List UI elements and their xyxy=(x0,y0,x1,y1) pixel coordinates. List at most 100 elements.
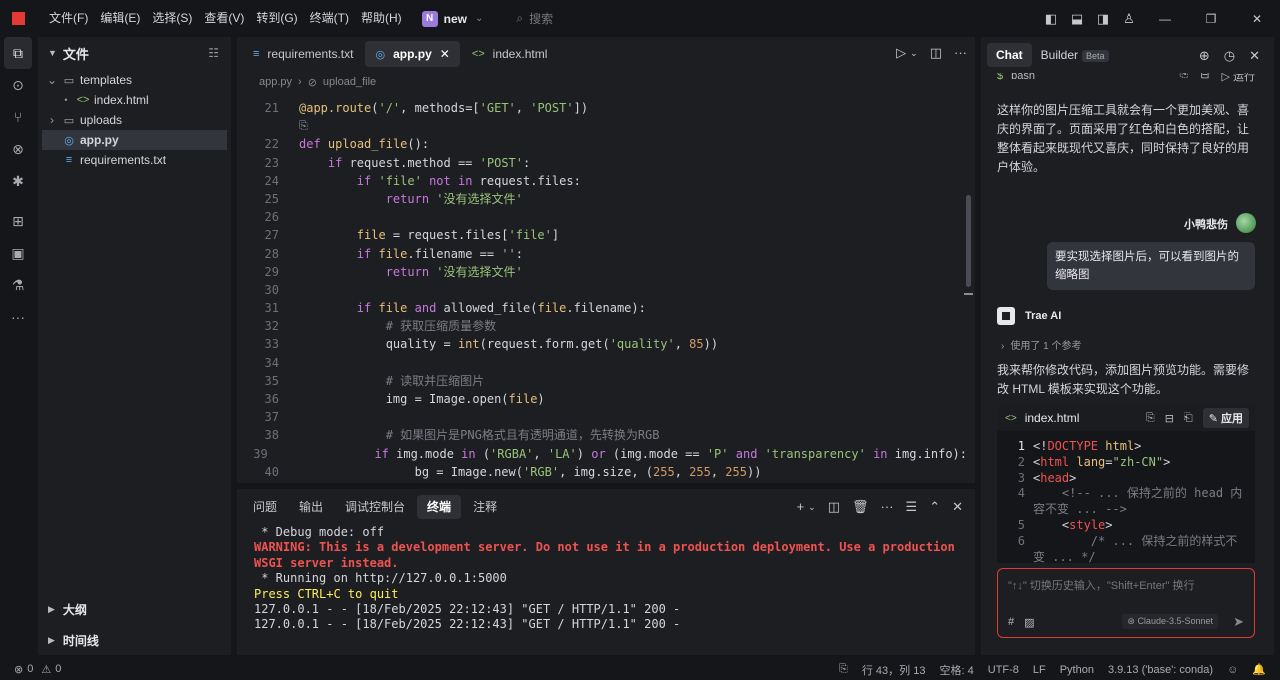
new-chat-icon[interactable]: ⊕ xyxy=(1199,48,1210,64)
search-box[interactable]: ⌕ 搜索 xyxy=(516,10,553,27)
file-tree-item[interactable]: • <> index.html xyxy=(38,90,231,110)
code-file-name[interactable]: index.html xyxy=(1025,411,1080,425)
file-tree-label: requirements.txt xyxy=(80,153,167,167)
menu-item[interactable]: 查看(V) xyxy=(198,0,250,37)
run-icon[interactable]: ▷ xyxy=(896,45,906,61)
image-icon[interactable]: ▨ xyxy=(1024,616,1034,629)
explorer-icon[interactable]: ⧉ xyxy=(4,37,32,69)
line-number: 30 xyxy=(264,282,279,297)
toggle-panel-icon[interactable]: ⬓ xyxy=(1064,11,1090,27)
terminal-dropdown-icon[interactable]: ⌄ xyxy=(808,499,816,515)
split-editor-icon[interactable]: ◫ xyxy=(930,45,942,61)
close-chat-icon[interactable]: ✕ xyxy=(1249,48,1260,64)
minimize-button[interactable]: — xyxy=(1142,12,1188,26)
panel-tab[interactable]: 终端 xyxy=(417,495,462,519)
editor-tab[interactable]: ◎ app.py ✕ xyxy=(365,41,460,67)
close-icon[interactable]: ✕ xyxy=(440,47,450,61)
timeline-section[interactable]: ▶ 时间线 xyxy=(38,627,231,653)
toggle-sidebar-icon[interactable]: ◧ xyxy=(1038,11,1064,27)
tab-chat[interactable]: Chat xyxy=(987,43,1032,67)
tab-label: app.py xyxy=(393,47,432,61)
extensions-icon[interactable]: ⊞ xyxy=(0,205,36,237)
maximize-panel-icon[interactable]: ⌃ xyxy=(929,499,940,515)
send-icon[interactable]: ➤ xyxy=(1233,614,1244,630)
close-panel-icon[interactable]: ✕ xyxy=(952,499,963,515)
tab-builder[interactable]: Builder Beta xyxy=(1032,43,1118,67)
reference-toggle[interactable]: › 使用了 1 个参考 xyxy=(1001,337,1081,352)
project-switcher[interactable]: N new ⌄ xyxy=(421,10,483,27)
trae-logo xyxy=(997,307,1015,325)
split-terminal-icon[interactable]: ◫ xyxy=(828,499,840,515)
settings-icon[interactable]: ☷ xyxy=(208,46,219,60)
file-tree-item[interactable]: ≡ requirements.txt xyxy=(38,150,231,170)
code-line: 2 <html lang="zh-CN"> xyxy=(997,455,1255,471)
hash-icon[interactable]: # xyxy=(1008,616,1014,629)
editor-scrollbar[interactable] xyxy=(966,195,971,287)
code-editor[interactable]: 21 @app.route('/', methods=['GET', 'POST'… xyxy=(237,99,967,483)
breadcrumb-symbol[interactable]: upload_file xyxy=(323,76,376,88)
language-mode[interactable]: Python xyxy=(1060,664,1094,676)
close-window-button[interactable]: ✕ xyxy=(1234,12,1280,26)
interpreter[interactable]: 3.9.13 ('base': conda) xyxy=(1108,664,1213,676)
menu-item[interactable]: 终端(T) xyxy=(304,0,355,37)
more-actions-icon[interactable]: ··· xyxy=(954,45,967,61)
apply-button[interactable]: ✎ 应用 xyxy=(1202,408,1249,428)
more-actions-icon[interactable]: ··· xyxy=(881,499,894,515)
code-line: 30 xyxy=(237,281,967,299)
terminal-output[interactable]: * Debug mode: off WARNING: This is a deve… xyxy=(237,525,975,633)
file-tree-item[interactable]: ◎ app.py xyxy=(42,130,227,150)
panel-tab[interactable]: 调试控制台 xyxy=(335,495,415,519)
cursor-position[interactable]: 行 43，列 13 xyxy=(862,662,926,678)
copy-path-icon[interactable]: ⎘ xyxy=(839,663,848,676)
explorer-header[interactable]: ▼ 文件 ☷ xyxy=(38,37,231,69)
file-tree-item[interactable]: › ▭ uploads xyxy=(38,110,231,130)
account-icon[interactable]: ♙ xyxy=(1116,11,1142,27)
panel-tab[interactable]: 问题 xyxy=(243,495,287,519)
outline-section[interactable]: ▶ 大纲 xyxy=(38,596,231,622)
line-ending[interactable]: LF xyxy=(1033,664,1046,676)
menu-item[interactable]: 编辑(E) xyxy=(94,0,146,37)
editor-tab[interactable]: ≡ requirements.txt xyxy=(243,41,363,67)
menu-item[interactable]: 选择(S) xyxy=(146,0,198,37)
remote-icon[interactable]: ⊗ xyxy=(0,133,36,165)
run-dropdown-icon[interactable]: ⌄ xyxy=(910,45,918,61)
debug-icon[interactable]: ✱ xyxy=(0,165,36,197)
more-icon[interactable]: ··· xyxy=(0,301,36,333)
trash-icon[interactable]: 🗑 xyxy=(852,499,869,515)
chat-input[interactable]: "↑↓" 切换历史输入，"Shift+Enter" 换行 # ▨ ⊛ Claud… xyxy=(997,568,1255,638)
testing-icon[interactable]: ⚗ xyxy=(0,269,36,301)
indentation[interactable]: 空格: 4 xyxy=(939,662,973,678)
insert-icon[interactable]: ⊟ xyxy=(1165,412,1174,425)
line-number: 31 xyxy=(264,301,279,316)
new-terminal-icon[interactable]: + xyxy=(797,499,805,515)
feedback-icon[interactable]: ☺ xyxy=(1227,664,1238,676)
menu-item[interactable]: 转到(G) xyxy=(250,0,303,37)
model-selector[interactable]: ⊛ Claude-3.5-Sonnet xyxy=(1122,614,1218,629)
panel-tab[interactable]: 输出 xyxy=(289,495,333,519)
preview-icon[interactable]: ▣ xyxy=(0,237,36,269)
search-view-icon[interactable]: ⊙ xyxy=(0,69,36,101)
copy-icon[interactable]: ⎘ xyxy=(1146,412,1155,425)
menu-item[interactable]: 文件(F) xyxy=(43,0,94,37)
panel-settings-icon[interactable]: ☰ xyxy=(906,499,918,515)
scrollbar-marker xyxy=(964,293,973,295)
breadcrumb-file[interactable]: app.py xyxy=(259,76,292,88)
copy-icon[interactable]: ⎘ xyxy=(1179,73,1188,84)
history-icon[interactable]: ◷ xyxy=(1224,48,1235,64)
source-control-icon[interactable]: ⑂ xyxy=(0,101,36,133)
problems-indicator[interactable]: ⊗ 0 ⚠ 0 xyxy=(14,663,61,676)
notifications-icon[interactable]: 🔔 xyxy=(1252,663,1266,676)
run-code-button[interactable]: ▷ 运行 xyxy=(1221,73,1255,84)
file-tree-item[interactable]: ⌄ ▭ templates xyxy=(38,70,231,90)
insert-icon[interactable]: ⊟ xyxy=(1200,73,1209,84)
new-file-icon[interactable]: ⎗ xyxy=(1184,412,1193,425)
maximize-button[interactable]: ❐ xyxy=(1188,12,1234,26)
panel-toolbar: + ⌄ ◫ 🗑 ··· ☰ ⌃ ✕ xyxy=(797,499,963,515)
panel-tab[interactable]: 注释 xyxy=(463,495,507,519)
toggle-chat-icon[interactable]: ◨ xyxy=(1090,11,1116,27)
menu-item[interactable]: 帮助(H) xyxy=(355,0,408,37)
encoding[interactable]: UTF-8 xyxy=(988,664,1019,676)
editor-tab[interactable]: <> index.html xyxy=(462,41,558,67)
